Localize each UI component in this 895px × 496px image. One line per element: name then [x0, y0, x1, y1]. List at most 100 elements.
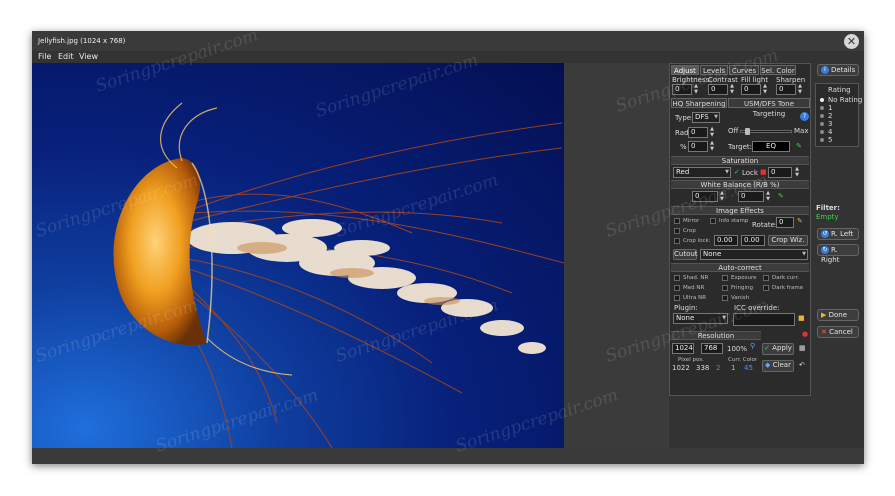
tab-hq-sharpening[interactable]: HQ Sharpening — [671, 98, 727, 108]
saturation-input[interactable]: 0 — [768, 167, 792, 178]
ultra-nr-checkbox[interactable] — [674, 295, 680, 301]
tab-levels[interactable]: Levels — [700, 65, 728, 75]
chevron-down-icon: ▼ — [802, 251, 806, 257]
wb-red-stepper[interactable]: ▲ ▼ — [719, 190, 725, 202]
tab-sel-color[interactable]: Sel. Color — [760, 65, 796, 75]
info-stamp-checkbox[interactable] — [710, 218, 716, 224]
contrast-stepper[interactable]: ▲ ▼ — [729, 83, 735, 95]
done-icon: ▶ — [821, 311, 827, 319]
info-stamp-label: Info stamp — [719, 218, 749, 224]
grid-icon[interactable]: ▦ — [799, 344, 806, 352]
rating-4-radio[interactable] — [820, 130, 824, 134]
icc-override-input[interactable] — [733, 313, 795, 326]
resolution-height-input[interactable]: 768 — [701, 343, 723, 354]
eyedropper-icon[interactable]: ✎ — [796, 142, 802, 150]
details-button[interactable]: i Details — [817, 64, 859, 76]
rating-none-label: No Rating — [828, 96, 863, 104]
rotate-input[interactable]: 0 — [776, 217, 794, 228]
resolution-width-input[interactable]: 1024 — [672, 343, 694, 354]
dark-curr-label: Dark curr. — [772, 275, 799, 281]
eyedropper-icon[interactable]: ✎ — [778, 192, 784, 200]
done-button[interactable]: ▶ Done — [817, 309, 859, 321]
close-button[interactable]: ✕ — [844, 34, 859, 49]
rotate-left-label: R. Left — [831, 230, 854, 238]
rating-none-radio[interactable] — [820, 98, 824, 102]
folder-icon[interactable]: ■ — [798, 314, 805, 322]
rad-input[interactable]: 0 — [688, 127, 708, 138]
saturation-channel-select[interactable]: Red ▼ — [673, 167, 731, 178]
sharpen-input[interactable]: 0 — [776, 84, 796, 95]
rating-3-label: 3 — [828, 120, 833, 128]
tab-adjust[interactable]: Adjust — [671, 65, 699, 75]
pixel-green: 1 — [731, 364, 736, 372]
crop-checkbox[interactable] — [674, 228, 680, 234]
shad-nr-checkbox[interactable] — [674, 275, 680, 281]
med-nr-checkbox[interactable] — [674, 285, 680, 291]
rating-5-radio[interactable] — [820, 138, 824, 142]
fringing-checkbox[interactable] — [722, 285, 728, 291]
menu-edit[interactable]: Edit — [58, 52, 74, 61]
link-icon[interactable]: ⚲ — [750, 342, 755, 350]
exposure-checkbox[interactable] — [722, 275, 728, 281]
brightness-input[interactable]: 0 — [672, 84, 692, 95]
brightness-label: Brightness — [672, 76, 710, 84]
crop-width-input[interactable]: 0.00 — [714, 235, 738, 246]
crop-height-input[interactable]: 0.00 — [741, 235, 765, 246]
crop-wizard-button[interactable]: Crop Wiz. — [768, 235, 808, 246]
type-select[interactable]: DFS ▼ — [692, 112, 720, 123]
rotate-right-icon: ↻ — [821, 246, 829, 254]
sharpening-slider-handle[interactable] — [744, 128, 750, 135]
max-label: Max — [794, 127, 809, 135]
rotate-left-button[interactable]: ↺ R. Left — [817, 228, 859, 240]
dark-curr-checkbox[interactable] — [763, 275, 769, 281]
help-icon[interactable]: ? — [800, 112, 809, 121]
mirror-checkbox[interactable] — [674, 218, 680, 224]
wb-blue-input[interactable]: 0 — [738, 191, 764, 202]
menu-file[interactable]: File — [38, 52, 51, 61]
vanish-label: Vanish — [731, 295, 750, 301]
undo-icon[interactable]: ↶ — [799, 361, 805, 369]
image-canvas[interactable] — [32, 63, 564, 448]
med-nr-label: Med NR — [683, 285, 705, 291]
info-icon: i — [821, 66, 829, 74]
sharpen-stepper[interactable]: ▲ ▼ — [797, 83, 803, 95]
dropdown-icon[interactable]: ● — [802, 330, 808, 338]
chevron-down-icon: ▼ — [714, 114, 718, 120]
wb-blue-stepper[interactable]: ▲ ▼ — [765, 190, 771, 202]
rad-stepper[interactable]: ▲ ▼ — [709, 126, 715, 138]
plugin-select[interactable]: None ▼ — [673, 313, 728, 324]
cancel-label: Cancel — [829, 328, 853, 336]
vanish-checkbox[interactable] — [722, 295, 728, 301]
rating-3-radio[interactable] — [820, 122, 824, 126]
rotate-right-button[interactable]: ↻ R. Right — [817, 244, 859, 264]
apply-button[interactable]: ✓ Apply — [762, 343, 794, 355]
percent-input[interactable]: 0 — [688, 141, 708, 152]
plugin-label: Plugin: — [674, 304, 698, 312]
cutout-select[interactable]: None ▼ — [700, 249, 808, 260]
rotate-label: Rotate: — [752, 221, 778, 229]
white-balance-header: White Balance (R/B %) — [671, 180, 809, 189]
wb-red-input[interactable]: 0 — [692, 191, 718, 202]
percent-stepper[interactable]: ▲ ▼ — [709, 140, 715, 152]
rating-2-radio[interactable] — [820, 114, 824, 118]
menu-view[interactable]: View — [79, 52, 98, 61]
mirror-label: Mirror — [683, 218, 700, 224]
tab-usm-dfs[interactable]: USM/DFS Tone Targeting — [728, 98, 810, 118]
pencil-icon[interactable]: ✎ — [797, 217, 803, 225]
rating-1-radio[interactable] — [820, 106, 824, 110]
fill-light-input[interactable]: 0 — [741, 84, 761, 95]
clear-button[interactable]: ◆ Clear — [762, 360, 794, 372]
target-color[interactable]: EQ — [752, 141, 790, 152]
dark-frame-checkbox[interactable] — [763, 285, 769, 291]
cancel-button[interactable]: ✕ Cancel — [817, 326, 859, 338]
lock-icon[interactable]: ■ — [760, 168, 767, 176]
contrast-input[interactable]: 0 — [708, 84, 728, 95]
type-label: Type: — [675, 114, 694, 122]
tab-curves[interactable]: Curves — [729, 65, 759, 75]
rating-4-label: 4 — [828, 128, 833, 136]
crop-lock-checkbox[interactable] — [674, 238, 680, 244]
brightness-stepper[interactable]: ▲ ▼ — [693, 83, 699, 95]
fill-light-stepper[interactable]: ▲ ▼ — [762, 83, 768, 95]
saturation-stepper[interactable]: ▲ ▼ — [794, 166, 800, 178]
cutout-button[interactable]: Cutout — [673, 249, 698, 260]
